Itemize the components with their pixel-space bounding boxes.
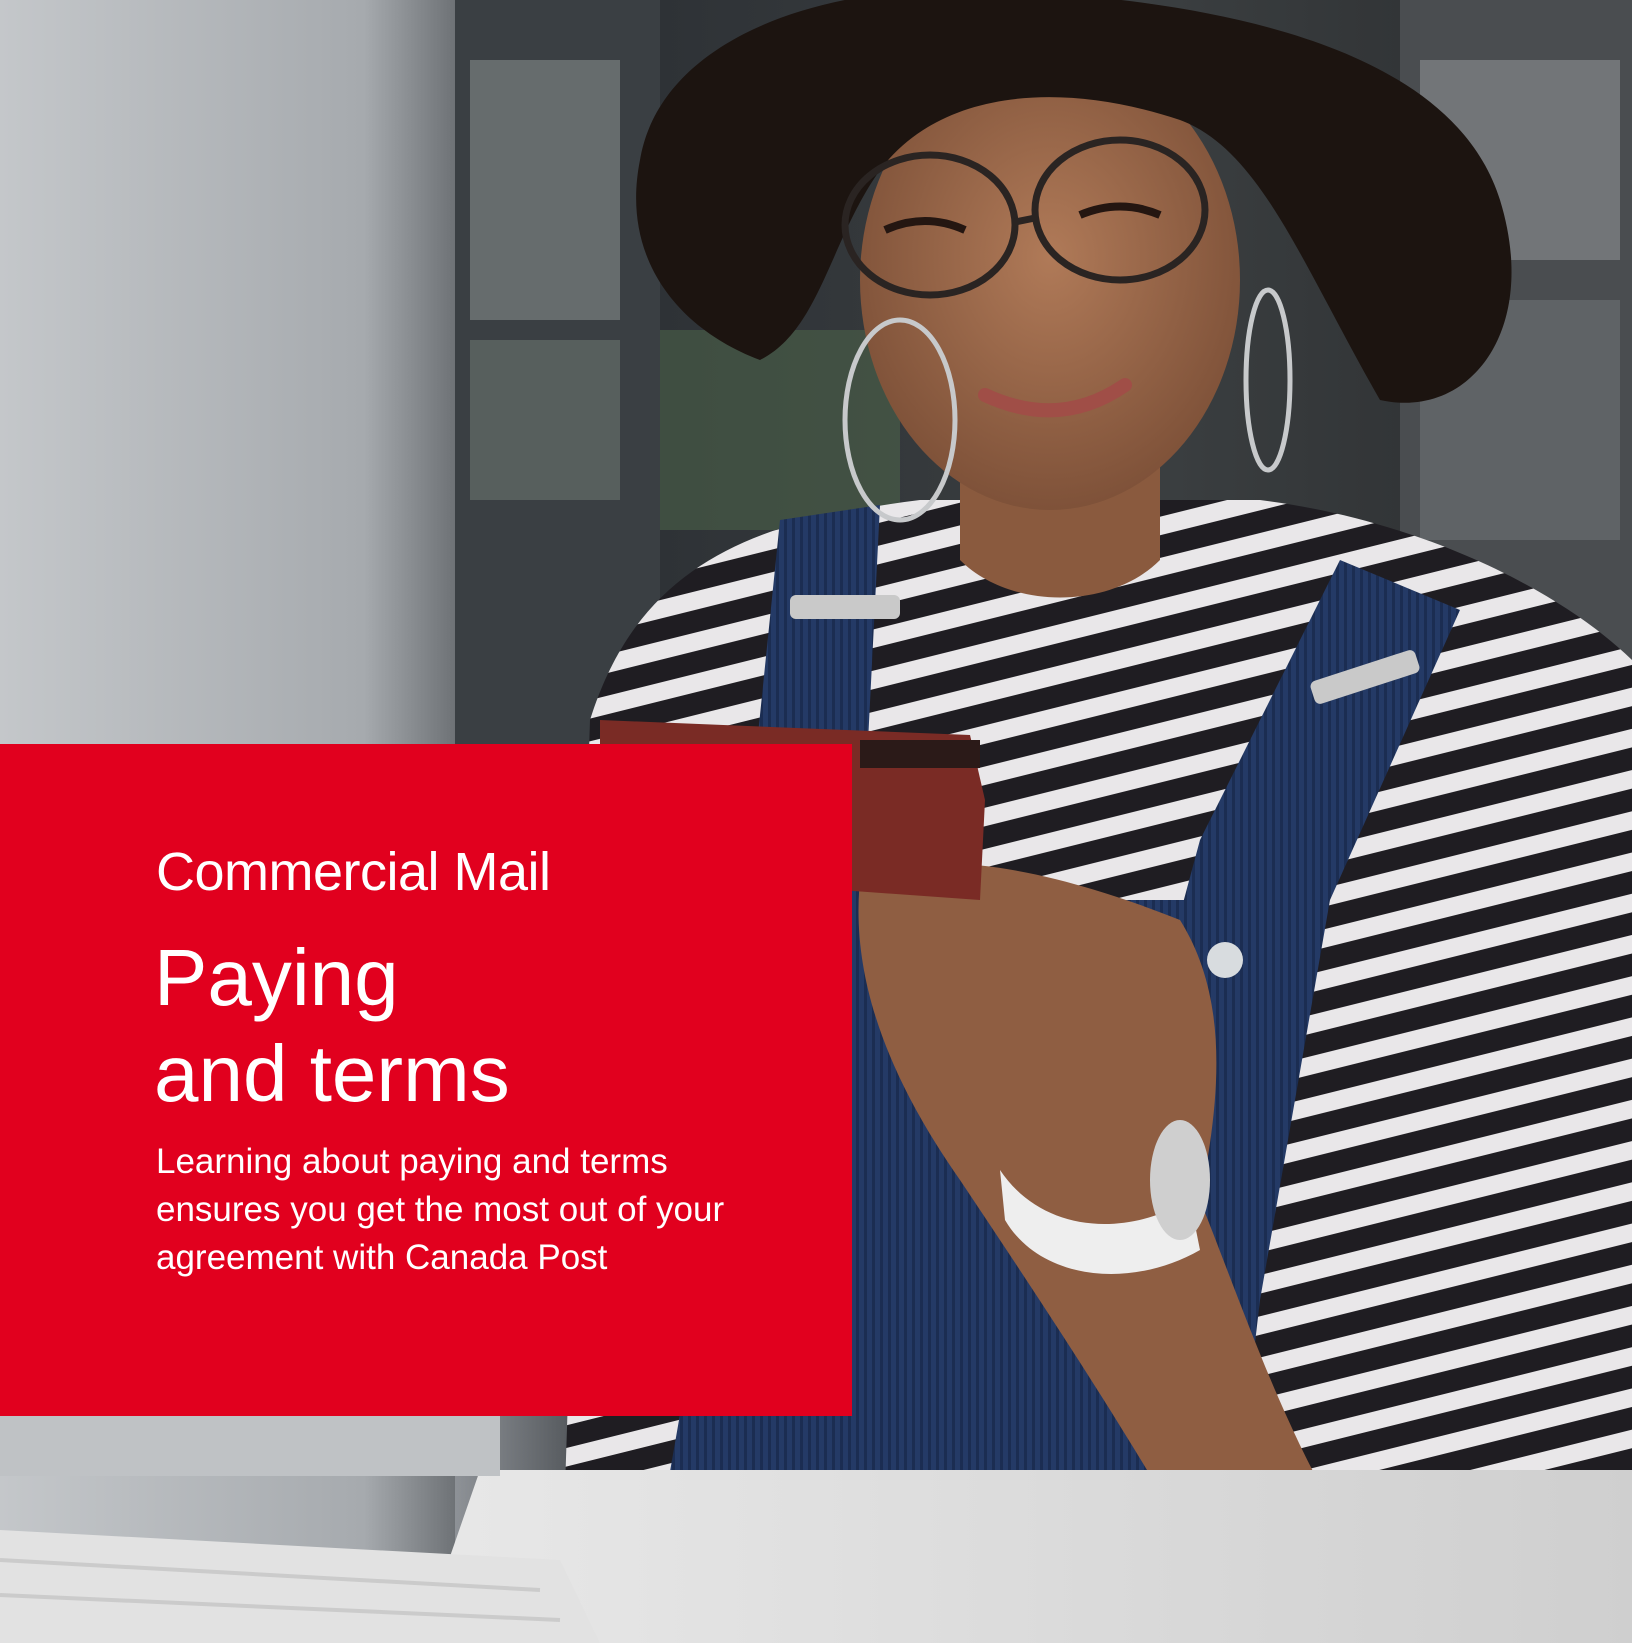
eyebrow-label: Commercial Mail <box>156 842 551 902</box>
intro-text: Learning about paying and terms ensures … <box>156 1142 725 1277</box>
cover-page: Commercial Mail Paying and terms Learnin… <box>0 0 1632 1643</box>
page-title: Paying and terms <box>154 930 794 1122</box>
page-title-line-1: Paying <box>154 933 399 1022</box>
page-title-line-2: and terms <box>154 1029 510 1118</box>
